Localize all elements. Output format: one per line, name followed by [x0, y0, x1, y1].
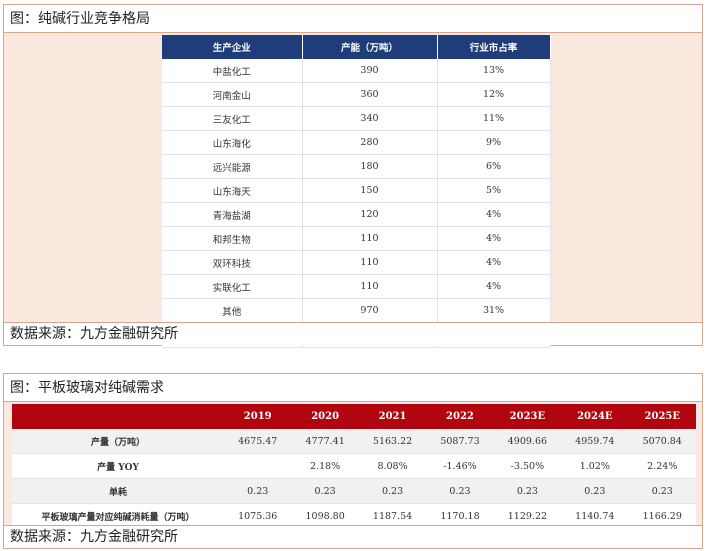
value-cell: -1.46%	[426, 453, 494, 479]
value-cell: 0.23	[291, 478, 359, 504]
share-cell: 4%	[437, 274, 551, 299]
share-cell: 31%	[437, 298, 551, 323]
table-row: 远兴能源 180 6%	[162, 154, 551, 179]
header-year: 2024E	[561, 404, 629, 429]
header-blank	[12, 404, 224, 429]
company-cell: 河南金山	[162, 82, 303, 107]
value-cell: -3.50%	[493, 453, 562, 479]
value-cell: 4959.74	[561, 429, 629, 454]
share-cell: 13%	[437, 59, 551, 83]
value-cell: 0.23	[358, 478, 427, 504]
company-cell: 实联化工	[162, 274, 303, 299]
header-year: 2025E	[628, 404, 696, 429]
value-cell: 4909.66	[493, 429, 562, 454]
header-year: 2023E	[493, 404, 562, 429]
table-row: 其他 970 31%	[162, 298, 551, 323]
share-cell: 6%	[437, 154, 551, 179]
value-cell: 5070.84	[628, 429, 696, 454]
company-cell: 远兴能源	[162, 154, 303, 179]
capacity-cell: 110	[302, 274, 438, 299]
row-label: 产量（万吨）	[12, 429, 224, 454]
value-cell: 0.23	[561, 478, 629, 504]
source-note: 数据来源：九方金融研究所	[4, 525, 702, 548]
table-header-row: 2019 2020 2021 2022 2023E 2024E 2025E	[12, 404, 696, 429]
table-row: 双环科技 110 4%	[162, 250, 551, 275]
table-row: 河南金山 360 12%	[162, 82, 551, 107]
value-cell: 8.08%	[358, 453, 427, 479]
company-cell: 山东海天	[162, 178, 303, 203]
value-cell: 4675.47	[224, 429, 292, 454]
panel-title: 图：纯碱行业竞争格局	[4, 5, 702, 33]
value-cell	[224, 453, 292, 479]
capacity-cell: 110	[302, 226, 438, 251]
value-cell: 0.23	[628, 478, 696, 504]
company-cell: 中盐化工	[162, 59, 303, 83]
value-cell: 5163.22	[358, 429, 427, 454]
table-row: 产量（万吨） 4675.47 4777.41 5163.22 5087.73 4909.6…	[12, 429, 696, 454]
panel-body: 生产企业 产能（万吨） 行业市占率 中盐化工 390 13% 河南金山 360 12% 三友…	[4, 33, 702, 348]
capacity-cell: 340	[302, 106, 438, 131]
capacity-cell: 180	[302, 154, 438, 179]
table-row: 单耗 0.23 0.23 0.23 0.23 0.23 0.23 0.23	[12, 478, 696, 504]
panel-body: 2019 2020 2021 2022 2023E 2024E 2025E 产量（万吨） 46…	[4, 402, 702, 529]
table-row: 青海盐湖 120 4%	[162, 202, 551, 227]
value-cell: 1.02%	[561, 453, 629, 479]
capacity-cell: 110	[302, 250, 438, 275]
header-company: 生产企业	[162, 35, 303, 59]
capacity-cell: 970	[302, 298, 438, 323]
value-cell: 4777.41	[291, 429, 359, 454]
table-row: 山东海化 280 9%	[162, 130, 551, 155]
value-cell: 0.23	[224, 478, 292, 504]
share-cell: 9%	[437, 130, 551, 155]
capacity-cell: 360	[302, 82, 438, 107]
value-cell: 2.24%	[628, 453, 696, 479]
header-share: 行业市占率	[437, 35, 551, 59]
value-cell: 2.18%	[291, 453, 359, 479]
table-row: 产量 YOY 2.18% 8.08% -1.46% -3.50% 1.02% 2.24%	[12, 453, 696, 479]
table-row: 山东海天 150 5%	[162, 178, 551, 203]
share-cell: 12%	[437, 82, 551, 107]
company-cell: 双环科技	[162, 250, 303, 275]
glass-demand-table: 2019 2020 2021 2022 2023E 2024E 2025E 产量（万吨） 46…	[12, 404, 696, 529]
company-cell: 青海盐湖	[162, 202, 303, 227]
share-cell: 4%	[437, 250, 551, 275]
value-cell: 0.23	[426, 478, 494, 504]
share-cell: 4%	[437, 226, 551, 251]
company-cell: 三友化工	[162, 106, 303, 131]
share-cell: 4%	[437, 202, 551, 227]
header-capacity: 产能（万吨）	[302, 35, 438, 59]
table-header-row: 生产企业 产能（万吨） 行业市占率	[162, 35, 551, 59]
competition-table: 生产企业 产能（万吨） 行业市占率 中盐化工 390 13% 河南金山 360 12% 三友…	[162, 35, 551, 348]
company-cell: 其他	[162, 298, 303, 323]
value-cell: 0.23	[493, 478, 562, 504]
table-row: 三友化工 340 11%	[162, 106, 551, 131]
header-year: 2020	[291, 404, 359, 429]
table-row: 中盐化工 390 13%	[162, 59, 551, 83]
company-cell: 山东海化	[162, 130, 303, 155]
row-label: 单耗	[12, 478, 224, 504]
capacity-cell: 390	[302, 59, 438, 83]
panel-title: 图：平板玻璃对纯碱需求	[4, 374, 702, 402]
header-year: 2019	[224, 404, 292, 429]
share-cell: 11%	[437, 106, 551, 131]
capacity-cell: 150	[302, 178, 438, 203]
row-label: 产量 YOY	[12, 453, 224, 479]
capacity-cell: 280	[302, 130, 438, 155]
share-cell: 5%	[437, 178, 551, 203]
value-cell: 5087.73	[426, 429, 494, 454]
capacity-cell: 120	[302, 202, 438, 227]
competition-panel: 图：纯碱行业竞争格局 生产企业 产能（万吨） 行业市占率 中盐化工 390 13% 河…	[3, 4, 703, 348]
header-year: 2022	[426, 404, 494, 429]
table-row: 实联化工 110 4%	[162, 274, 551, 299]
company-cell: 和邦生物	[162, 226, 303, 251]
source-note: 数据来源：九方金融研究所	[4, 322, 702, 345]
table-row: 和邦生物 110 4%	[162, 226, 551, 251]
header-year: 2021	[358, 404, 427, 429]
glass-demand-panel: 图：平板玻璃对纯碱需求 2019 2020 2021 2022 2023E 2024E 20…	[3, 373, 703, 549]
